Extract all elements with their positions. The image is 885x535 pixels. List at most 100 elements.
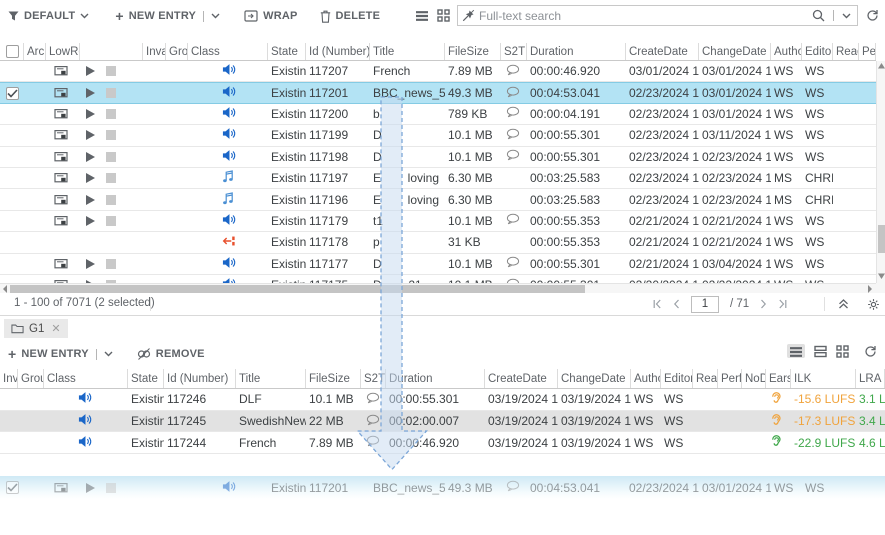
vertical-scrollbar[interactable]: [876, 61, 885, 283]
play-button[interactable]: [86, 109, 95, 119]
list-view-icon[interactable]: [415, 9, 429, 22]
table-row[interactable]: Existing117207French7.89 MB00:00:46.9200…: [0, 61, 876, 82]
tab-g1[interactable]: G1 ✕: [4, 319, 68, 338]
refresh-icon[interactable]: [866, 9, 879, 22]
new-entry-button[interactable]: + NEW ENTRY: [115, 9, 220, 23]
table-row[interactable]: Existing117175D 2110.1 MB00:00:55.30102/…: [0, 275, 876, 283]
stop-button[interactable]: [106, 88, 116, 98]
horizontal-scrollbar[interactable]: [0, 283, 876, 293]
row-checkbox[interactable]: [6, 87, 19, 100]
stop-button[interactable]: [106, 152, 116, 162]
column-header-perfe[interactable]: Perfe: [859, 43, 876, 60]
page-last-button[interactable]: [778, 299, 788, 309]
column-header-inval[interactable]: Inval: [143, 43, 166, 60]
stop-button[interactable]: [106, 216, 116, 226]
page-first-button[interactable]: [652, 299, 662, 309]
column-header-blank[interactable]: [80, 43, 143, 60]
stop-button[interactable]: [106, 195, 116, 205]
play-button[interactable]: [86, 173, 95, 183]
wrap-button[interactable]: WRAP: [244, 10, 297, 22]
table-row[interactable]: Existing117244French7.89 MB00:00:46.9200…: [0, 432, 885, 454]
stop-button[interactable]: [106, 173, 116, 183]
stop-button[interactable]: [106, 130, 116, 140]
play-button[interactable]: [86, 259, 95, 269]
column-header-inval[interactable]: Inval: [0, 369, 18, 388]
rows-view-icon[interactable]: [814, 345, 827, 358]
search-input[interactable]: [475, 9, 812, 23]
column-header-read[interactable]: Read: [833, 43, 859, 60]
column-header-editor[interactable]: Editor: [661, 369, 693, 388]
table-row[interactable]: Existing117196E loving6.30 MB00:03:25.58…: [0, 189, 876, 210]
play-button[interactable]: [86, 88, 95, 98]
column-header-read[interactable]: Read: [693, 369, 718, 388]
column-header-perfe[interactable]: Perfe: [718, 369, 742, 388]
page-input[interactable]: [691, 296, 719, 313]
column-header-author[interactable]: Author: [631, 369, 661, 388]
column-header-duration[interactable]: Duration: [386, 369, 485, 388]
play-button[interactable]: [86, 195, 95, 205]
grid-view-icon[interactable]: [437, 9, 450, 22]
scroll-left-arrow[interactable]: [2, 285, 8, 293]
table-row[interactable]: Existing117179t110.1 MB00:00:55.35302/21…: [0, 211, 876, 232]
table-row[interactable]: Existing117200b789 KB00:00:04.19102/23/2…: [0, 104, 876, 125]
scroll-up-arrow[interactable]: [878, 63, 885, 69]
scrollbar-thumb[interactable]: [878, 225, 885, 253]
play-button[interactable]: [86, 130, 95, 140]
page-next-button[interactable]: [760, 299, 767, 309]
scroll-right-arrow[interactable]: [867, 285, 873, 293]
pin-disabled-icon[interactable]: [462, 9, 475, 22]
column-header-nodi[interactable]: NoDi: [742, 369, 766, 388]
column-header-duration[interactable]: Duration: [527, 43, 626, 60]
table-row-selected[interactable]: Existing117201BBC_news_5...49.3 MB00:04:…: [0, 82, 876, 103]
column-header-class[interactable]: Class: [188, 43, 268, 60]
table-row[interactable]: Existing117246DLF10.1 MB00:00:55.30103/1…: [0, 389, 885, 411]
table-row[interactable]: Existing117199D10.1 MB00:00:55.30102/23/…: [0, 125, 876, 146]
list-view-icon[interactable]: [787, 344, 805, 358]
table-row[interactable]: Existing117201BBC_news_5...49.3 MB00:04:…: [0, 476, 885, 499]
table-row[interactable]: Existing117245SwedishNews22 MB00:02:00.0…: [0, 411, 885, 433]
play-button[interactable]: [86, 152, 95, 162]
collapse-panel-icon[interactable]: [838, 299, 849, 309]
column-header-state[interactable]: State: [128, 369, 164, 388]
column-header-ilk[interactable]: ILK: [791, 369, 856, 388]
play-button[interactable]: [86, 483, 95, 493]
tab-close-icon[interactable]: ✕: [51, 322, 60, 335]
column-header-createdate[interactable]: CreateDate: [485, 369, 558, 388]
column-header-s2t[interactable]: S2T: [501, 43, 527, 60]
stop-button[interactable]: [106, 259, 116, 269]
column-header-filesize[interactable]: FileSize: [306, 369, 361, 388]
column-header-filesize[interactable]: FileSize: [445, 43, 501, 60]
column-header-blank[interactable]: [0, 43, 24, 60]
column-header-author[interactable]: Author: [771, 43, 802, 60]
stop-button[interactable]: [106, 66, 116, 76]
table-row[interactable]: Existing117197E loving6.30 MB00:03:25.58…: [0, 168, 876, 189]
stop-button[interactable]: [106, 109, 116, 119]
select-all-checkbox[interactable]: [6, 45, 19, 58]
play-button[interactable]: [86, 216, 95, 226]
row-checkbox[interactable]: [6, 481, 19, 494]
new-entry-button-bottom[interactable]: + NEW ENTRY: [8, 347, 113, 361]
remove-button[interactable]: REMOVE: [137, 348, 205, 360]
column-header-grou[interactable]: Grou: [166, 43, 188, 60]
table-row[interactable]: Existing117177D10.1 MB00:00:55.30102/21/…: [0, 254, 876, 275]
column-header-lra[interactable]: LRA: [856, 369, 885, 388]
column-header-title[interactable]: Title: [236, 369, 306, 388]
column-header-id-number[interactable]: Id (Number): [164, 369, 236, 388]
column-header-s2t[interactable]: S2T: [361, 369, 386, 388]
column-header-editor[interactable]: Editor: [802, 43, 833, 60]
filter-default-button[interactable]: DEFAULT: [8, 10, 89, 22]
page-prev-button[interactable]: [673, 299, 680, 309]
column-header-lowres[interactable]: LowRes: [46, 43, 80, 60]
search-icon[interactable]: [812, 9, 825, 22]
column-header-ears[interactable]: Ears: [766, 369, 791, 388]
search-options-chevron-icon[interactable]: [842, 13, 851, 19]
column-header-changedate[interactable]: ChangeDate: [558, 369, 631, 388]
refresh-icon[interactable]: [864, 345, 877, 358]
play-button[interactable]: [86, 66, 95, 76]
grid-view-icon[interactable]: [836, 345, 849, 358]
gear-icon[interactable]: [867, 298, 880, 311]
delete-button[interactable]: DELETE: [320, 10, 381, 23]
table-row[interactable]: Existing117178p31 KB00:00:55.35302/21/20…: [0, 232, 876, 253]
column-header-createdate[interactable]: CreateDate: [626, 43, 699, 60]
column-header-state[interactable]: State: [268, 43, 306, 60]
